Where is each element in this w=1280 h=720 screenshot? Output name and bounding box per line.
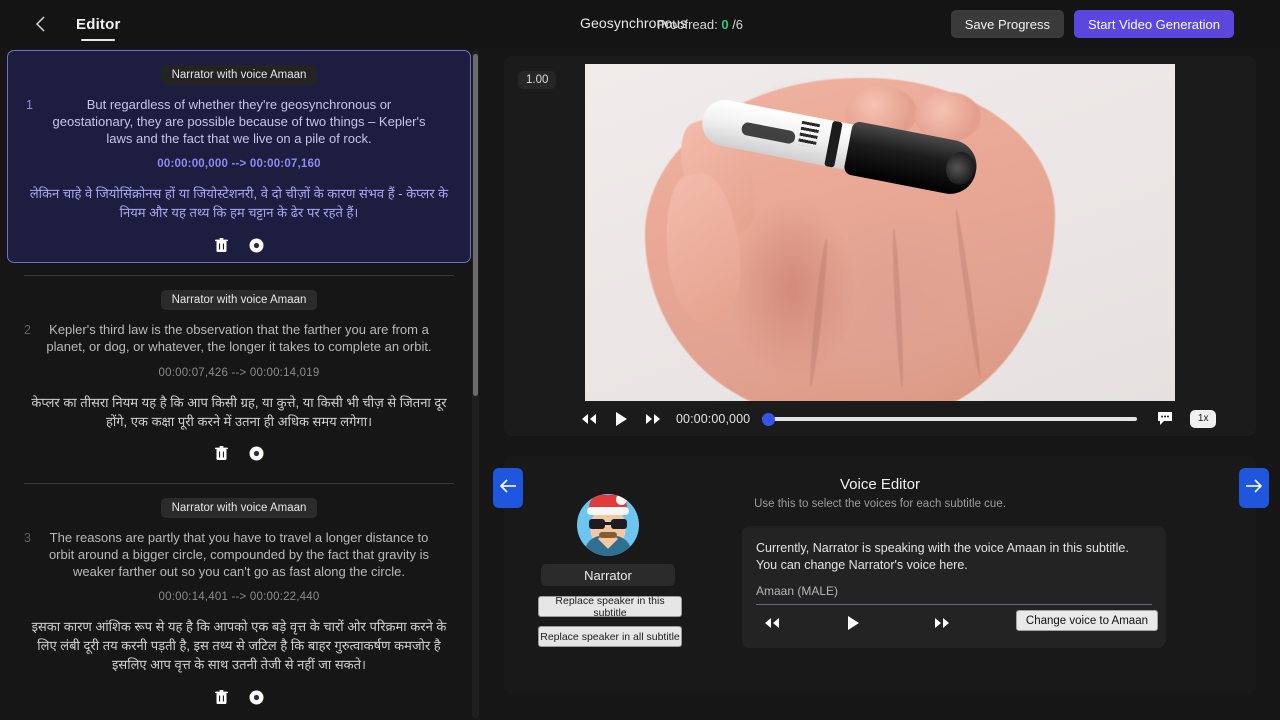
fast-forward-icon[interactable] [934, 616, 950, 634]
play-icon[interactable] [608, 408, 634, 430]
trash-icon[interactable] [213, 445, 231, 463]
proofread-count: 0 [721, 17, 728, 32]
cue-text-english[interactable]: Kepler's third law is the observation th… [16, 322, 462, 356]
speaker-name-badge[interactable]: Narrator [541, 564, 675, 586]
cue-text-hindi[interactable]: इसका कारण आंशिक रूप से यह है कि आपको एक … [16, 617, 462, 674]
video-frame[interactable] [585, 64, 1175, 401]
cue-time-arrow: --> [232, 367, 247, 379]
rewind-icon[interactable] [764, 616, 780, 634]
cue-timecode: 00:00:00,000 --> 00:00:07,160 [18, 158, 460, 170]
proofread-label: Proofread: [657, 17, 718, 32]
tab-active-underline [81, 39, 115, 41]
selected-voice-name[interactable]: Amaan (MALE) [756, 584, 1152, 605]
cue-index: 2 [24, 323, 31, 337]
captions-icon[interactable] [1152, 408, 1178, 430]
chevron-left-icon [34, 15, 48, 33]
voice-preview-controls: Change voice to Amaan [756, 614, 1152, 636]
cue-speaker-tag[interactable]: Narrator with voice Amaan [161, 290, 318, 310]
voice-editor-title: Voice Editor [504, 476, 1256, 493]
fast-forward-icon[interactable] [640, 408, 666, 430]
replace-speaker-all-subtitle-button[interactable]: Replace speaker in all subtitle [538, 626, 682, 647]
cue-speaker-tag-wrap: Narrator with voice Amaan [16, 290, 462, 310]
cue-text-hindi[interactable]: केप्लर का तीसरा नियम यह है कि आप किसी ग्… [16, 393, 462, 431]
voice-editor-panel: Voice Editor Use this to select the voic… [488, 450, 1272, 700]
subtitle-cue-card[interactable]: Narrator with voice Amaan 1But regardless… [7, 50, 471, 263]
cue-time-arrow: --> [232, 591, 247, 603]
record-icon[interactable] [248, 688, 266, 706]
cue-speaker-tag[interactable]: Narrator with voice Amaan [161, 65, 318, 85]
player-current-time: 00:00:00,000 [676, 412, 750, 426]
cue-time-start: 00:00:07,426 [159, 367, 229, 379]
cue-time-arrow: --> [232, 158, 247, 170]
cue-actions [16, 445, 462, 463]
cue-speaker-tag-wrap: Narrator with voice Amaan [18, 65, 460, 85]
replace-speaker-this-subtitle-button[interactable]: Replace speaker in this subtitle [538, 596, 682, 617]
arrow-right-icon [1244, 479, 1264, 498]
cue-index: 1 [26, 98, 33, 112]
tab-editor-label: Editor [76, 17, 121, 32]
video-stage: 1.00 [504, 56, 1256, 401]
trash-icon[interactable] [213, 688, 231, 706]
proofread-total: /6 [732, 17, 743, 32]
player-controls: 00:00:00,000 1x [504, 401, 1256, 436]
playback-speed-button[interactable]: 1x [1190, 410, 1216, 428]
speaker-avatar [577, 494, 639, 556]
cue-time-start: 00:00:00,000 [157, 158, 228, 170]
start-video-generation-button[interactable]: Start Video Generation [1074, 10, 1234, 38]
play-icon[interactable] [846, 615, 860, 636]
subtitle-cue-card[interactable]: Narrator with voice Amaan 3The reasons ar… [6, 484, 472, 714]
cue-time-end: 00:00:14,019 [250, 367, 320, 379]
rewind-icon[interactable] [576, 408, 602, 430]
back-button[interactable] [24, 7, 58, 41]
seek-thumb[interactable] [762, 413, 775, 426]
video-scale-badge: 1.00 [518, 71, 556, 89]
voice-editor-card: Voice Editor Use this to select the voic… [504, 456, 1256, 694]
cue-body: 2Kepler's third law is the observation t… [16, 322, 462, 463]
arrow-left-icon [498, 479, 518, 498]
seek-track [762, 417, 1137, 421]
previous-cue-button[interactable] [493, 468, 523, 508]
proofread-status: Proofread: 0 /6 [657, 17, 743, 32]
record-icon[interactable] [248, 236, 266, 254]
speaker-column: Narrator Replace speaker in this subtitl… [538, 494, 678, 647]
cue-timecode: 00:00:14,401 --> 00:00:22,440 [16, 591, 462, 603]
cue-text-hindi[interactable]: लेकिन चाहे वे जियोसिंक्रोनस हों या जियोस… [18, 184, 460, 222]
voice-info-box: Currently, Narrator is speaking with the… [742, 526, 1166, 648]
cue-time-end: 00:00:22,440 [250, 591, 320, 603]
player-seek-slider[interactable] [762, 412, 1137, 426]
cue-body: 1But regardless of whether they're geosy… [18, 97, 460, 254]
cue-actions [18, 236, 460, 254]
trash-icon[interactable] [213, 236, 231, 254]
cue-actions [16, 688, 462, 706]
save-progress-button[interactable]: Save Progress [951, 10, 1064, 38]
voice-info-text: Currently, Narrator is speaking with the… [756, 540, 1152, 574]
cue-speaker-tag-wrap: Narrator with voice Amaan [16, 498, 462, 518]
cue-time-end: 00:00:07,160 [250, 158, 321, 170]
cue-time-start: 00:00:14,401 [159, 591, 229, 603]
subtitle-scroll-area[interactable]: Narrator with voice Amaan 1But regardless… [6, 50, 472, 718]
next-cue-button[interactable] [1239, 468, 1269, 508]
tab-editor[interactable]: Editor [76, 0, 121, 48]
subtitle-scrollbar-thumb[interactable] [473, 54, 478, 396]
cue-timecode: 00:00:07,426 --> 00:00:14,019 [16, 367, 462, 379]
cue-body: 3The reasons are partly that you have to… [16, 530, 462, 706]
app-header: Editor Geosynchronous Proofread: 0 /6 Sa… [0, 0, 1280, 48]
cue-text-english[interactable]: But regardless of whether they're geosyn… [18, 97, 460, 147]
video-still-image [585, 64, 1175, 401]
cue-text-english[interactable]: The reasons are partly that you have to … [16, 530, 462, 580]
cue-speaker-tag[interactable]: Narrator with voice Amaan [161, 498, 318, 518]
subtitle-list-panel: Narrator with voice Amaan 1But regardless… [6, 50, 472, 718]
record-icon[interactable] [248, 445, 266, 463]
header-actions: Save Progress Start Video Generation [951, 10, 1234, 38]
subtitle-cue-card[interactable]: Narrator with voice Amaan 2Kepler's third… [6, 276, 472, 471]
video-preview-panel: 1.00 00:00:00,000 1x [504, 56, 1256, 436]
change-voice-button[interactable]: Change voice to Amaan [1016, 610, 1158, 631]
cue-index: 3 [24, 531, 31, 545]
